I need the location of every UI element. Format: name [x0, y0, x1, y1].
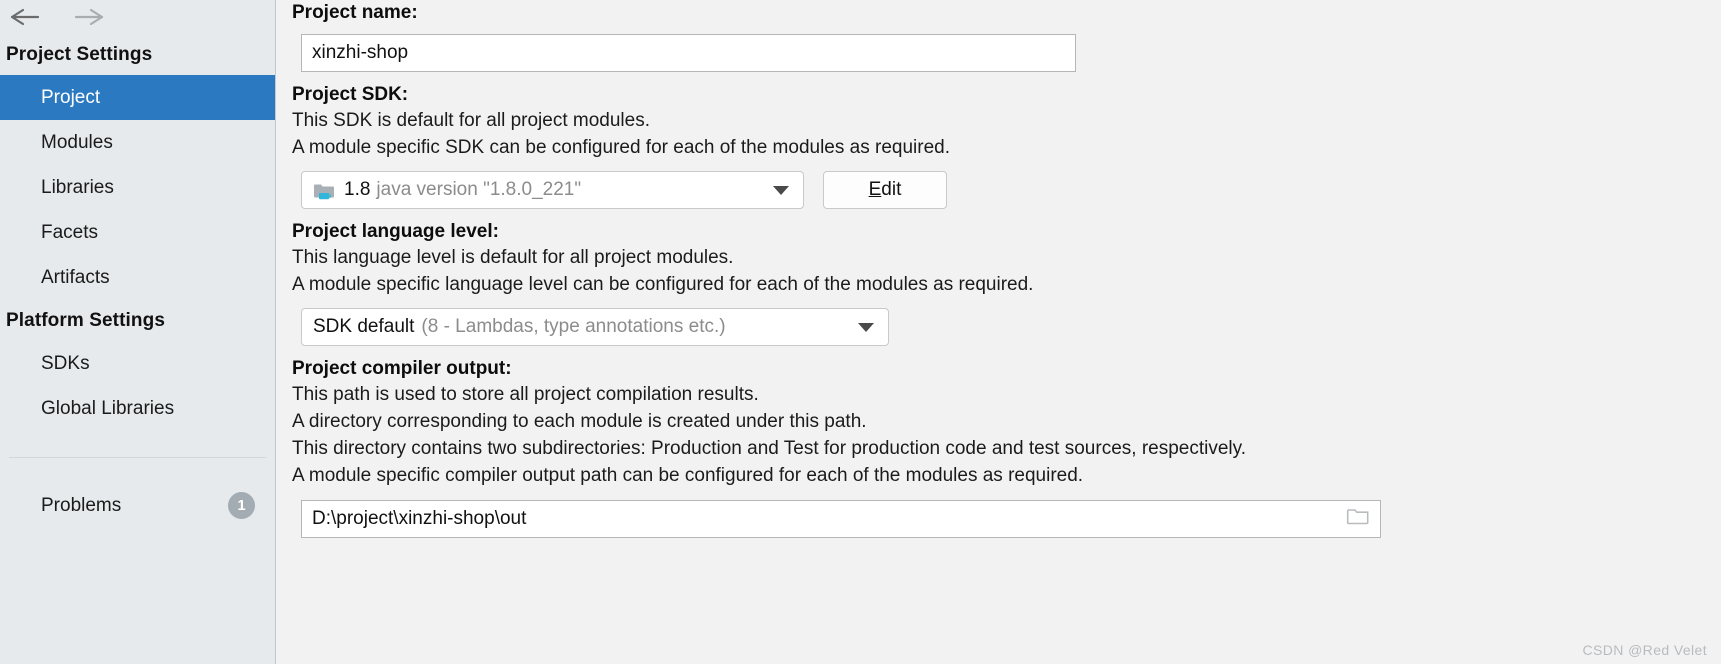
language-level-row: SDK default (8 - Lambdas, type annotatio…	[292, 308, 1721, 346]
sidebar-item-label: Facets	[41, 221, 99, 243]
forward-button[interactable]	[72, 5, 106, 29]
sidebar-item-artifacts[interactable]: Artifacts	[0, 255, 275, 300]
sidebar-item-libraries[interactable]: Libraries	[0, 165, 275, 210]
project-sdk-description-2: A module specific SDK can be configured …	[292, 137, 950, 158]
chevron-down-icon	[858, 322, 874, 332]
compiler-output-description-1: This path is used to store all project c…	[292, 384, 759, 405]
sidebar-item-label: Problems	[41, 494, 122, 516]
problems-count-badge: 1	[228, 492, 255, 519]
watermark: CSDN @Red Velet	[1582, 642, 1707, 658]
language-level-value: SDK default	[313, 316, 415, 337]
project-sdk-version: 1.8	[344, 179, 371, 200]
sidebar-item-label: Artifacts	[41, 266, 110, 288]
project-sdk-description-1: This SDK is default for all project modu…	[292, 110, 650, 131]
sidebar-item-label: Project	[41, 86, 101, 108]
edit-sdk-button[interactable]: Edit	[823, 171, 947, 209]
compiler-output-description-2: A directory corresponding to each module…	[292, 411, 867, 432]
language-level-combobox[interactable]: SDK default (8 - Lambdas, type annotatio…	[301, 308, 889, 346]
sidebar-divider	[9, 457, 266, 458]
project-structure-dialog: Project Settings Project Modules Librari…	[0, 0, 1721, 664]
sidebar-item-problems[interactable]: Problems 1	[0, 483, 275, 528]
project-name-value: xinzhi-shop	[312, 42, 409, 63]
sidebar-item-global-libraries[interactable]: Global Libraries	[0, 386, 275, 431]
arrow-left-icon	[10, 8, 40, 26]
compiler-output-path-value: D:\project\xinzhi-shop\out	[312, 508, 527, 529]
back-button[interactable]	[8, 5, 42, 29]
edit-button-mnemonic: E	[868, 179, 882, 200]
project-name-label: Project name:	[292, 2, 418, 23]
settings-sidebar: Project Settings Project Modules Librari…	[0, 0, 276, 664]
compiler-output-description-4: A module specific compiler output path c…	[292, 465, 1084, 486]
sidebar-item-facets[interactable]: Facets	[0, 210, 275, 255]
chevron-down-icon	[773, 185, 789, 195]
project-sdk-row: 1.8 java version "1.8.0_221" Edit	[292, 171, 1721, 209]
sidebar-item-modules[interactable]: Modules	[0, 120, 275, 165]
compiler-output-label: Project compiler output:	[292, 358, 512, 379]
sidebar-item-sdks[interactable]: SDKs	[0, 341, 275, 386]
language-level-description-1: This language level is default for all p…	[292, 247, 734, 268]
sidebar-item-label: Modules	[41, 131, 113, 153]
compiler-output-description-3: This directory contains two subdirectori…	[292, 438, 1246, 459]
project-settings-pane: Project name: xinzhi-shop Project SDK: T…	[276, 0, 1721, 664]
java-sdk-folder-icon	[313, 181, 335, 201]
language-level-label: Project language level:	[292, 221, 499, 242]
sidebar-item-label: Global Libraries	[41, 397, 175, 419]
sidebar-group-title-project-settings: Project Settings	[6, 44, 153, 65]
arrow-right-icon	[74, 8, 104, 26]
sidebar-item-project[interactable]: Project	[0, 75, 275, 120]
sidebar-item-label: SDKs	[41, 352, 90, 374]
project-sdk-version-detail: java version "1.8.0_221"	[376, 179, 582, 200]
edit-button-label-rest: dit	[881, 179, 902, 200]
project-name-input[interactable]: xinzhi-shop	[301, 34, 1076, 72]
language-level-value-detail: (8 - Lambdas, type annotations etc.)	[421, 316, 726, 337]
sidebar-item-label: Libraries	[41, 176, 114, 198]
language-level-description-2: A module specific language level can be …	[292, 274, 1034, 295]
compiler-output-path-input[interactable]: D:\project\xinzhi-shop\out	[301, 500, 1381, 538]
sidebar-group-title-platform-settings: Platform Settings	[6, 310, 165, 331]
navigation-arrows	[0, 0, 275, 34]
folder-browse-icon[interactable]	[1346, 506, 1370, 532]
project-sdk-combobox[interactable]: 1.8 java version "1.8.0_221"	[301, 171, 804, 209]
project-sdk-label: Project SDK:	[292, 84, 409, 105]
